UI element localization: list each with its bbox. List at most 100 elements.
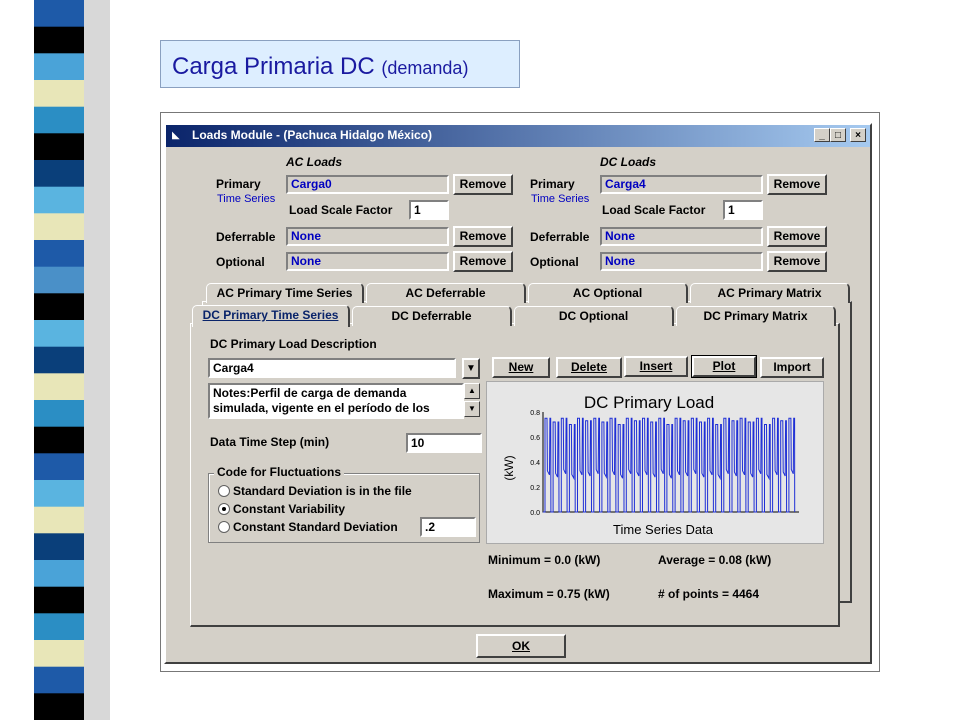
slide-title-box: Carga Primaria DC (demanda) (160, 40, 520, 88)
radio-constant-variability[interactable] (218, 503, 230, 515)
delete-button-label: Delete (570, 360, 608, 374)
ac-primary-remove-button[interactable]: Remove (453, 174, 513, 195)
ac-timeseries-label: Time Series (217, 193, 276, 205)
constant-std-input[interactable]: .2 (420, 517, 476, 537)
dc-deferrable-field[interactable]: None (600, 227, 763, 246)
notes-textarea[interactable]: Notes:Perfil de carga de demanda simulad… (208, 383, 464, 419)
ok-button[interactable]: OK (476, 634, 566, 658)
radio-std-file-label: Standard Deviation is in the file (233, 484, 412, 498)
timestep-input[interactable]: 10 (406, 433, 482, 453)
delete-button[interactable]: Delete (556, 357, 622, 378)
chart-ytick-label: 0.4 (530, 460, 540, 467)
chart-ytick-label: 0.0 (530, 510, 540, 517)
ac-primary-field[interactable]: Carga0 (286, 175, 449, 194)
tab-ac-primary-matrix[interactable]: AC Primary Matrix (690, 283, 850, 303)
new-button[interactable]: New (492, 357, 550, 378)
new-button-label: New (508, 360, 534, 374)
stripe-band (34, 26, 86, 54)
description-label: DC Primary Load Description (210, 337, 377, 351)
stripe-band (34, 186, 86, 214)
window-title: Loads Module - (Pachuca Hidalgo México) (192, 128, 433, 142)
stripe-band (34, 426, 86, 454)
arrow-down-icon: ▼ (468, 404, 476, 413)
ac-scale-label: Load Scale Factor (289, 203, 393, 217)
stripe-band (34, 613, 88, 641)
chart-svg: DC Primary Load (kW) Time Series Data 0.… (502, 393, 799, 537)
dc-scale-input[interactable]: 1 (723, 200, 763, 220)
chart-ytick-label: 0.8 (530, 410, 540, 417)
chart-series-line (543, 417, 796, 513)
stripe-shadow (84, 0, 110, 720)
dc-primary-remove-button[interactable]: Remove (767, 174, 827, 195)
stripe-band (34, 506, 86, 534)
tab-ac-primary-time-series[interactable]: AC Primary Time Series (206, 283, 364, 303)
plot-button[interactable]: Plot (691, 355, 757, 378)
radio-constant-std-label: Constant Standard Deviation (233, 520, 398, 534)
timestep-label: Data Time Step (min) (210, 435, 330, 449)
tab-dc-deferrable[interactable]: DC Deferrable (352, 306, 512, 326)
ac-deferrable-field[interactable]: None (286, 227, 449, 246)
stripe-band (34, 80, 84, 108)
stripe-band (34, 53, 88, 81)
tab-dc-optional[interactable]: DC Optional (514, 306, 674, 326)
notes-line-2: simulada, vigente en el período de los (213, 401, 430, 415)
stripe-band (34, 0, 84, 28)
plot-button-label: Plot (712, 359, 736, 373)
average-stat: Average = 0.08 (kW) (658, 553, 772, 567)
radio-constant-variability-label: Constant Variability (233, 502, 346, 516)
stripe-band (34, 266, 86, 294)
ac-deferrable-remove-button[interactable]: Remove (453, 226, 513, 247)
notes-line-1: Notes:Perfil de carga de demanda (213, 386, 407, 400)
radio-constant-std[interactable] (218, 521, 230, 533)
ac-optional-field[interactable]: None (286, 252, 449, 271)
description-dropdown-button[interactable]: ▼ (462, 358, 480, 379)
slide-title: Carga Primaria DC (172, 53, 375, 80)
tab-dc-primary-time-series[interactable]: DC Primary Time Series (192, 305, 350, 327)
chart-xlabel: Time Series Data (613, 522, 714, 537)
dc-primary-load-chart: DC Primary Load (kW) Time Series Data 0.… (486, 381, 824, 544)
dc-optional-field[interactable]: None (600, 252, 763, 271)
stripe-band (34, 240, 84, 268)
dc-deferrable-label: Deferrable (530, 230, 590, 244)
dc-scale-label: Load Scale Factor (602, 203, 706, 217)
stripe-band (34, 133, 88, 161)
minimum-stat: Minimum = 0.0 (kW) (488, 553, 601, 567)
ac-scale-input[interactable]: 1 (409, 200, 449, 220)
close-button[interactable]: × (850, 128, 866, 142)
stripe-band (34, 106, 86, 134)
dc-optional-remove-button[interactable]: Remove (767, 251, 827, 272)
stripe-band (34, 160, 84, 188)
maximize-button[interactable]: □ (830, 128, 846, 142)
app-icon: ◣ (172, 130, 180, 141)
ac-optional-label: Optional (216, 255, 265, 269)
chart-ytick-label: 0.2 (530, 485, 540, 492)
ac-optional-remove-button[interactable]: Remove (453, 251, 513, 272)
notes-scroll-up-button[interactable]: ▲ (464, 383, 480, 399)
dc-primary-label: Primary (530, 177, 575, 191)
ac-loads-header: AC Loads (286, 155, 343, 169)
tab-dc-primary-matrix[interactable]: DC Primary Matrix (676, 306, 836, 326)
insert-button[interactable]: Insert (624, 356, 688, 377)
tab-ac-optional[interactable]: AC Optional (528, 283, 688, 303)
stripe-band (34, 293, 88, 321)
dc-primary-field[interactable]: Carga4 (600, 175, 763, 194)
stripe-band (34, 480, 84, 508)
points-stat: # of points = 4464 (658, 587, 760, 601)
tab-ac-deferrable[interactable]: AC Deferrable (366, 283, 526, 303)
minimize-button[interactable]: _ (814, 128, 830, 142)
import-button[interactable]: Import (760, 357, 824, 378)
maximum-stat: Maximum = 0.75 (kW) (488, 587, 610, 601)
chart-ylabel: (kW) (502, 455, 516, 480)
stripe-band (34, 346, 86, 374)
radio-std-file[interactable] (218, 485, 230, 497)
notes-scroll-down-button[interactable]: ▼ (464, 401, 480, 417)
dc-deferrable-remove-button[interactable]: Remove (767, 226, 827, 247)
slide-subtitle: (demanda) (381, 58, 469, 78)
chart-ytick-label: 0.6 (530, 435, 540, 442)
decorative-stripes (34, 0, 110, 720)
ac-primary-label: Primary (216, 177, 261, 191)
arrow-up-icon: ▲ (468, 386, 476, 395)
description-input[interactable]: Carga4 (208, 358, 456, 378)
title-bar[interactable]: ◣ Loads Module - (Pachuca Hidalgo México… (166, 125, 870, 147)
stripe-band (34, 213, 88, 241)
